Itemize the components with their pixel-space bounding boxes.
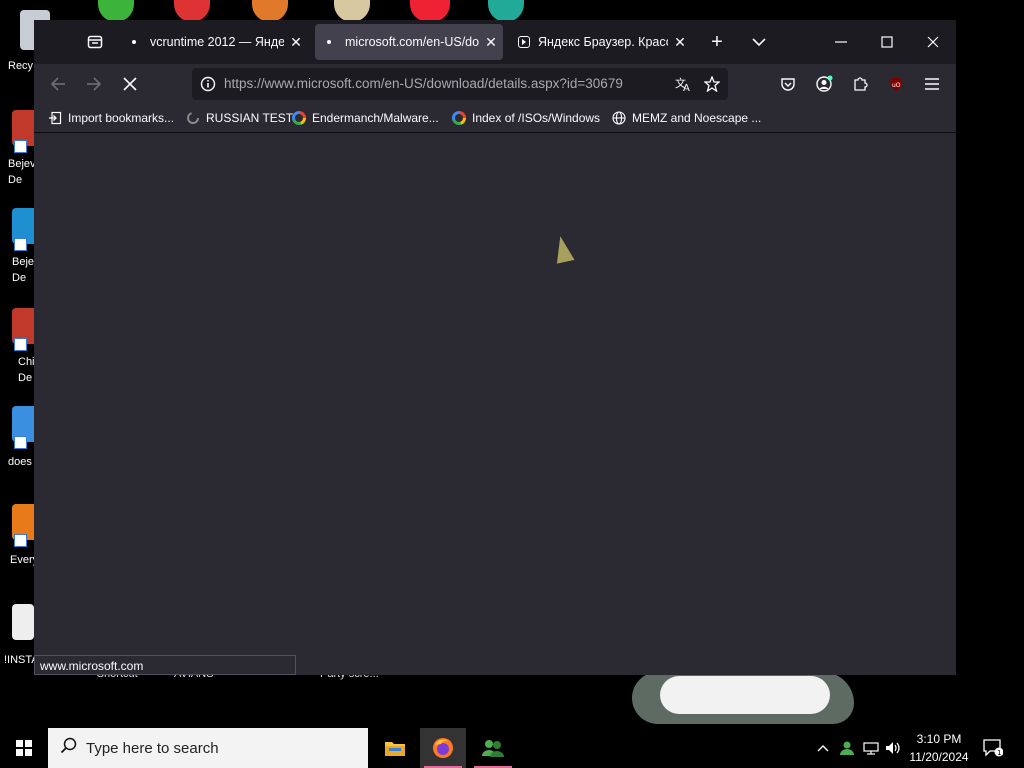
stop-loading-button[interactable]: [118, 72, 142, 96]
minimize-button[interactable]: [824, 28, 858, 56]
google-icon: [292, 111, 306, 125]
chevron-up-icon: [817, 745, 829, 752]
shortcut-arrow-icon: [14, 338, 27, 351]
shortcut-arrow-icon: [14, 436, 27, 449]
windows-logo-icon: [16, 740, 32, 756]
close-icon[interactable]: ✕: [479, 34, 503, 51]
shortcut-arrow-icon: [14, 534, 27, 547]
forward-button[interactable]: [82, 72, 106, 96]
loading-ring-icon: [186, 111, 200, 125]
account-icon[interactable]: [812, 72, 836, 96]
desktop-app-icon[interactable]: [98, 0, 134, 22]
firefox-icon: [433, 738, 453, 758]
tab-title: microsoft.com/en-US/do: [345, 35, 479, 49]
tray-user-icon[interactable]: [836, 728, 858, 768]
menu-icon[interactable]: [920, 72, 944, 96]
show-hidden-icons-button[interactable]: [812, 728, 834, 768]
dot-icon: [132, 40, 136, 44]
tab-vcruntime[interactable]: vcruntime 2012 — Яндекс ✕: [120, 24, 308, 60]
clock[interactable]: 3:10 PM 11/20/2024: [906, 730, 972, 766]
status-bar: www.microsoft.com: [34, 655, 296, 675]
desktop-app-icon[interactable]: [174, 0, 210, 22]
browser-window: vcruntime 2012 — Яндекс ✕ microsoft.com/…: [34, 20, 956, 675]
ublock-icon[interactable]: uO: [884, 72, 908, 96]
taskbar-search-box[interactable]: Type here to search: [48, 728, 368, 768]
notification-count: 1: [997, 749, 1001, 757]
taskbar-file-explorer[interactable]: [372, 728, 418, 768]
bookmark-import[interactable]: Import bookmarks...: [48, 104, 174, 132]
google-icon: [452, 111, 466, 125]
taskbar: Type here to search 3:10 PM 11/20/2024 1: [0, 728, 1024, 768]
network-icon[interactable]: [860, 728, 882, 768]
site-info-icon[interactable]: [196, 72, 220, 96]
desktop-app-icon[interactable]: [252, 0, 288, 22]
bookmark-russian-test[interactable]: RUSSIAN TEST: [186, 104, 293, 132]
bookmark-isos-windows[interactable]: Index of /ISOs/Windows: [452, 104, 600, 132]
start-button[interactable]: [0, 728, 48, 768]
close-icon[interactable]: ✕: [284, 34, 308, 51]
notification-icon: 1: [983, 739, 1003, 757]
close-window-button[interactable]: [916, 28, 950, 56]
taskbar-firefox[interactable]: [420, 728, 466, 768]
taskbar-users-app[interactable]: [470, 728, 516, 768]
bookmark-label: Import bookmarks...: [68, 111, 175, 125]
shortcut-arrow-icon: [14, 238, 27, 251]
clock-time: 3:10 PM: [916, 732, 962, 746]
url-text: https://www.microsoft.com/en-US/download…: [224, 76, 623, 91]
search-icon: [60, 737, 78, 760]
tab-title: Яндекс Браузер. Красота: [538, 35, 668, 49]
svg-text:A: A: [683, 83, 690, 92]
close-icon[interactable]: ✕: [668, 34, 692, 51]
url-bar[interactable]: https://www.microsoft.com/en-US/download…: [192, 68, 728, 100]
bookmark-label: RUSSIAN TEST: [206, 111, 294, 125]
desktop-app-icon[interactable]: [410, 0, 450, 22]
firefox-view-icon[interactable]: [82, 30, 108, 54]
new-tab-button[interactable]: +: [704, 30, 730, 54]
svg-text:uO: uO: [892, 82, 901, 89]
maximize-button[interactable]: [870, 28, 904, 56]
bookmark-label: Index of /ISOs/Windows: [472, 111, 601, 125]
shortcut-arrow-icon: [14, 140, 27, 153]
dot-icon: [327, 40, 331, 44]
page-content[interactable]: www.microsoft.com: [34, 133, 956, 675]
list-all-tabs-button[interactable]: [746, 30, 772, 54]
clock-date: 11/20/2024: [909, 750, 969, 764]
extensions-icon[interactable]: [848, 72, 872, 96]
notification-center-button[interactable]: 1: [980, 728, 1006, 768]
pocket-icon[interactable]: [776, 72, 800, 96]
search-placeholder: Type here to search: [86, 739, 219, 757]
navigation-toolbar: https://www.microsoft.com/en-US/download…: [34, 64, 956, 104]
tab-yandex[interactable]: Яндекс Браузер. Красота ✕: [510, 24, 692, 60]
bookmark-memz[interactable]: MEMZ and Noescape ...: [612, 104, 761, 132]
bookmark-label: MEMZ and Noescape ...: [632, 111, 762, 125]
chevron-down-icon: [752, 38, 766, 47]
bookmark-star-icon[interactable]: [700, 72, 724, 96]
folder-icon: [385, 742, 405, 756]
bookmark-endermanch[interactable]: Endermanch/Malware...: [292, 104, 439, 132]
back-button[interactable]: [46, 72, 70, 96]
globe-icon: [612, 111, 626, 125]
cursor-artifact-icon: [551, 234, 575, 264]
wallpaper-shape: [660, 676, 830, 714]
desktop-app-icon[interactable]: [334, 0, 370, 22]
volume-icon[interactable]: [882, 728, 904, 768]
text-file-icon: [12, 604, 34, 640]
yandex-browser-icon: [518, 36, 530, 48]
import-icon: [48, 111, 62, 125]
desktop-app-icon[interactable]: [488, 0, 524, 22]
tab-bar: vcruntime 2012 — Яндекс ✕ microsoft.com/…: [34, 20, 956, 64]
users-icon: [482, 740, 504, 757]
bookmarks-toolbar: Import bookmarks... RUSSIAN TEST Enderma…: [34, 104, 956, 133]
translate-icon[interactable]: 文A: [672, 72, 696, 96]
bookmark-label: Endermanch/Malware...: [312, 111, 439, 125]
tab-microsoft[interactable]: microsoft.com/en-US/do ✕: [315, 24, 503, 60]
close-icon: [123, 77, 137, 91]
tab-title: vcruntime 2012 — Яндекс: [150, 35, 284, 49]
